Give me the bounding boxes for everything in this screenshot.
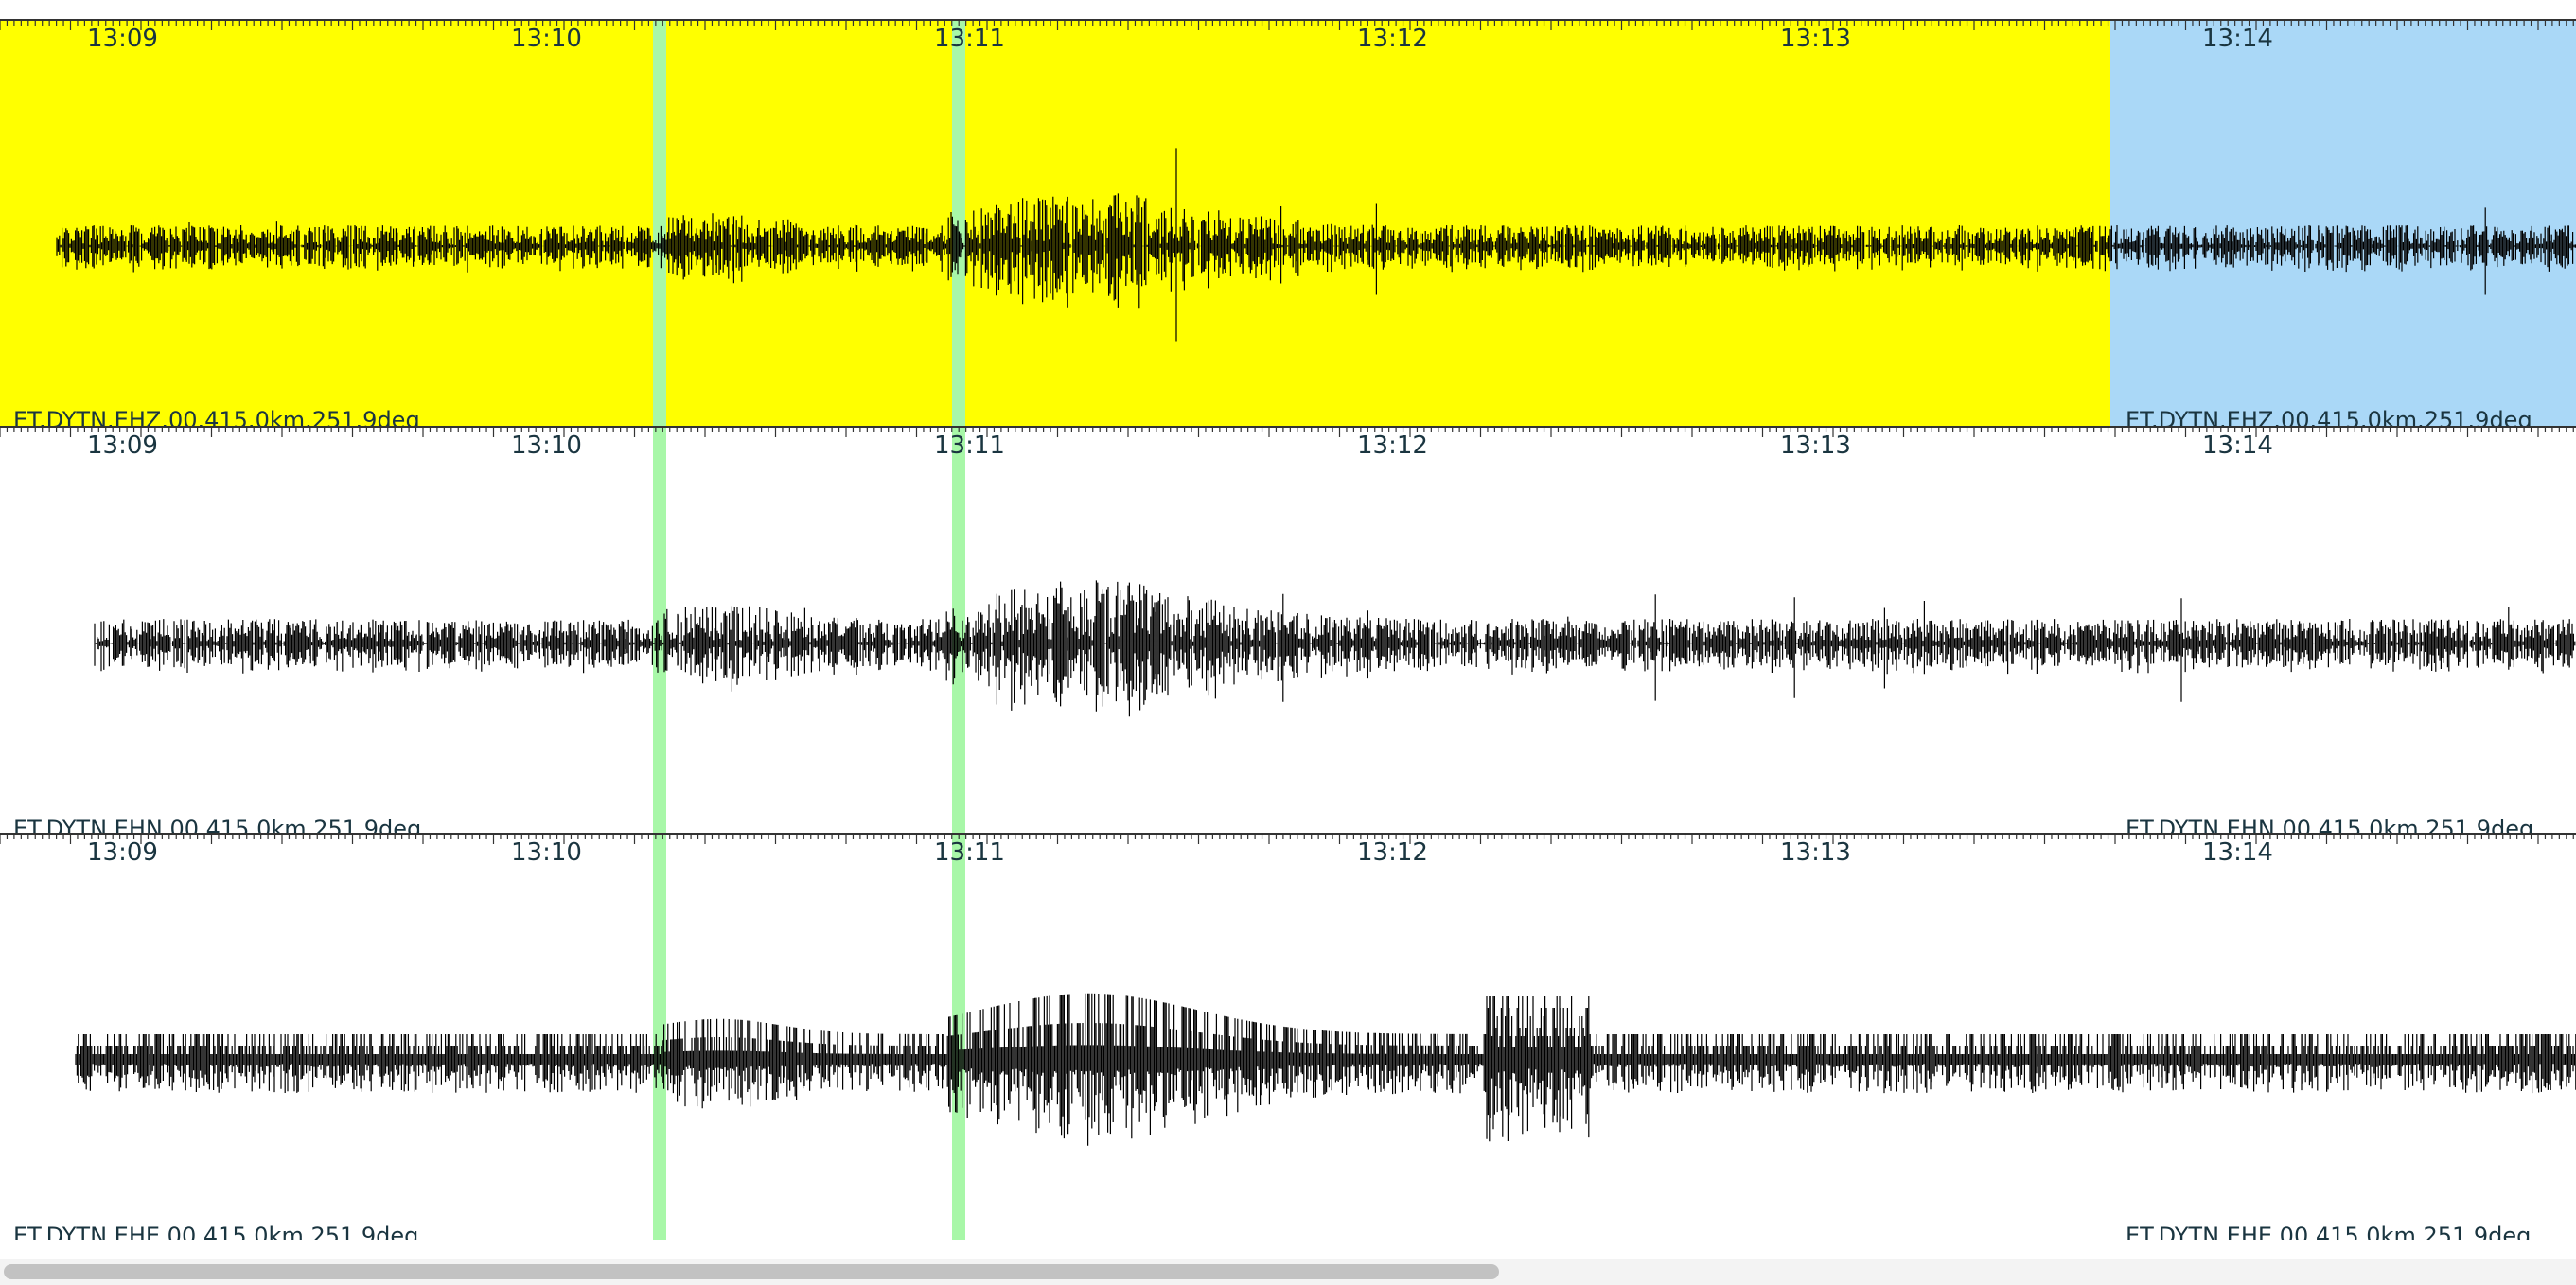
waveform-trace[interactable] (0, 426, 2576, 833)
trace-panel-ehn[interactable]: 13:09 13:10 13:11 13:12 13:13 13:14 ET.D… (0, 426, 2576, 833)
channel-label-repeat: ET.DYTN.EHN.00.415.0km.251.9deg (2126, 816, 2534, 833)
time-label: 13:10 (511, 431, 582, 460)
time-label: 13:09 (87, 25, 158, 53)
trace-panel-ehz[interactable]: 13:09 13:10 13:11 13:12 13:13 13:14 ET.D… (0, 19, 2576, 426)
waveform-path (56, 148, 2576, 342)
horizontal-scrollbar[interactable] (0, 1259, 2576, 1285)
seismogram-viewer[interactable]: 13:09 13:10 13:11 13:12 13:13 13:14 ET.D… (0, 0, 2576, 1249)
waveform-trace[interactable] (0, 833, 2576, 1240)
time-label: 13:11 (934, 838, 1005, 867)
time-label: 13:12 (1357, 431, 1428, 460)
time-label: 13:11 (934, 25, 1005, 53)
time-label: 13:10 (511, 25, 582, 53)
channel-label-repeat: ET.DYTN.EHE.00.415.0km.251.9deg (2126, 1223, 2532, 1240)
waveform-trace[interactable] (0, 19, 2576, 426)
channel-label: ET.DYTN.EHZ.00.415.0km.251.9deg (13, 407, 420, 426)
time-label: 13:12 (1357, 838, 1428, 867)
channel-label-repeat: ET.DYTN.EHZ.00.415.0km.251.9deg (2126, 407, 2532, 426)
time-label: 13:09 (87, 838, 158, 867)
time-label: 13:14 (2202, 25, 2273, 53)
channel-label: ET.DYTN.EHN.00.415.0km.251.9deg (13, 816, 422, 833)
time-label: 13:09 (87, 431, 158, 460)
time-label: 13:11 (934, 431, 1005, 460)
time-label: 13:13 (1780, 431, 1851, 460)
time-label: 13:12 (1357, 25, 1428, 53)
time-label: 13:13 (1780, 838, 1851, 867)
waveform-path (75, 993, 2576, 1146)
trace-panel-ehe[interactable]: 13:09 13:10 13:11 13:12 13:13 13:14 ET.D… (0, 833, 2576, 1240)
channel-label: ET.DYTN.EHE.00.415.0km.251.9deg (13, 1223, 419, 1240)
time-label: 13:14 (2202, 838, 2273, 867)
time-label: 13:10 (511, 838, 582, 867)
time-label: 13:14 (2202, 431, 2273, 460)
time-label: 13:13 (1780, 25, 1851, 53)
waveform-path (94, 580, 2576, 717)
scrollbar-thumb[interactable] (4, 1264, 1499, 1279)
